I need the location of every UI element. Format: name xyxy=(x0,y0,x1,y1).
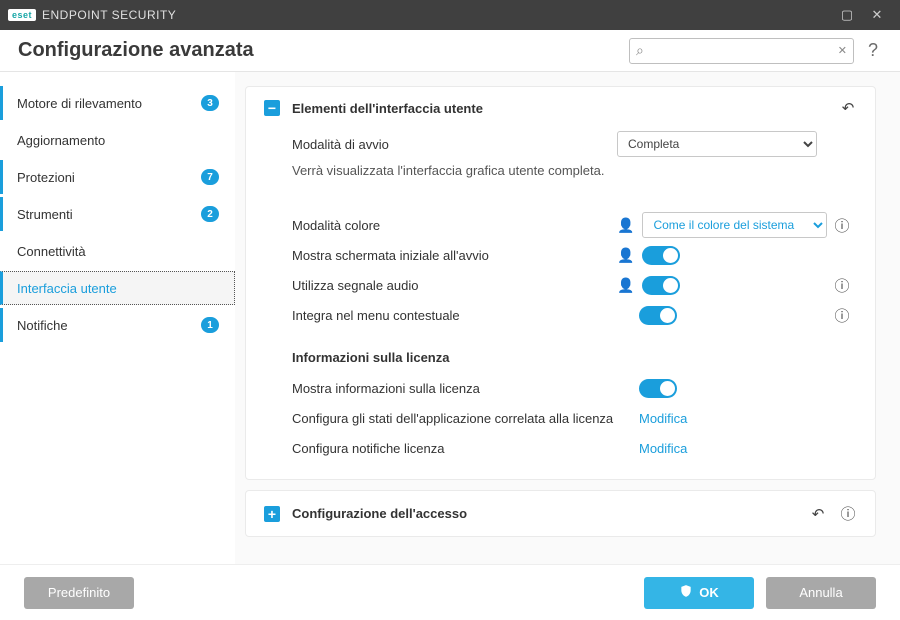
panel-header: + Configurazione dell'accesso ↶ ⓘ xyxy=(246,491,875,536)
product-name: ENDPOINT SECURITY xyxy=(42,8,176,22)
license-notif-edit-link[interactable]: Modifica xyxy=(639,441,687,456)
sidebar-item-connectivity[interactable]: Connettività xyxy=(0,234,235,268)
info-icon[interactable]: ⓘ xyxy=(833,215,851,236)
sidebar-item-label: Interfaccia utente xyxy=(17,281,218,296)
close-icon: ✕ xyxy=(872,7,883,23)
clear-search-icon[interactable]: ✕ xyxy=(838,44,847,57)
splash-toggle[interactable] xyxy=(642,246,680,265)
search-icon: ⌕ xyxy=(636,42,644,59)
titlebar: eset ENDPOINT SECURITY ▢ ✕ xyxy=(0,0,900,30)
app-states-edit-link[interactable]: Modifica xyxy=(639,411,687,426)
show-license-label: Mostra informazioni sulla licenza xyxy=(292,381,617,396)
sidebar-item-update[interactable]: Aggiornamento xyxy=(0,123,235,157)
collapse-button[interactable]: − xyxy=(264,100,280,116)
minus-icon: − xyxy=(268,101,276,115)
sidebar: Motore di rilevamento 3 Aggiornamento Pr… xyxy=(0,72,235,564)
info-icon[interactable]: ⓘ xyxy=(833,305,851,326)
user-icon: 👤 xyxy=(617,277,634,294)
app-states-label: Configura gli stati dell'applicazione co… xyxy=(292,411,617,426)
sidebar-item-notifications[interactable]: Notifiche 1 xyxy=(0,308,235,342)
badge: 1 xyxy=(201,317,219,333)
undo-button[interactable]: ↶ xyxy=(809,505,827,523)
footer: Predefinito OK Annulla xyxy=(0,564,900,620)
panel-access-config: + Configurazione dell'accesso ↶ ⓘ xyxy=(245,490,876,537)
panel-title: Configurazione dell'accesso xyxy=(292,506,797,521)
button-label: Annulla xyxy=(799,585,842,600)
badge: 2 xyxy=(201,206,219,222)
button-label: OK xyxy=(699,585,719,600)
badge: 7 xyxy=(201,169,219,185)
info-icon[interactable]: ⓘ xyxy=(833,275,851,296)
ok-button[interactable]: OK xyxy=(644,577,754,609)
sidebar-item-detection-engine[interactable]: Motore di rilevamento 3 xyxy=(0,86,235,120)
badge: 3 xyxy=(201,95,219,111)
splash-label: Mostra schermata iniziale all'avvio xyxy=(292,248,617,263)
page-title: Configurazione avanzata xyxy=(18,39,254,62)
undo-button[interactable]: ↶ xyxy=(839,99,857,117)
cancel-button[interactable]: Annulla xyxy=(766,577,876,609)
user-icon: 👤 xyxy=(617,217,634,234)
license-notif-label: Configura notifiche licenza xyxy=(292,441,617,456)
sidebar-item-label: Aggiornamento xyxy=(17,133,219,148)
sidebar-item-protections[interactable]: Protezioni 7 xyxy=(0,160,235,194)
color-mode-select[interactable]: Come il colore del sistema xyxy=(642,212,827,238)
context-menu-toggle[interactable] xyxy=(639,306,677,325)
startup-mode-select[interactable]: Completa xyxy=(617,131,817,157)
sidebar-item-label: Motore di rilevamento xyxy=(17,96,193,111)
default-button[interactable]: Predefinito xyxy=(24,577,134,609)
shield-icon xyxy=(679,584,693,601)
info-icon[interactable]: ⓘ xyxy=(839,503,857,524)
button-label: Predefinito xyxy=(48,585,110,600)
color-mode-label: Modalità colore xyxy=(292,218,617,233)
panel-header: − Elementi dell'interfaccia utente ↶ xyxy=(246,87,875,129)
sidebar-item-label: Protezioni xyxy=(17,170,193,185)
startup-mode-description: Verrà visualizzata l'interfaccia grafica… xyxy=(292,163,857,178)
panel-title: Elementi dell'interfaccia utente xyxy=(292,101,827,116)
show-license-toggle[interactable] xyxy=(639,379,677,398)
sound-label: Utilizza segnale audio xyxy=(292,278,617,293)
search-input[interactable] xyxy=(648,44,834,58)
search-field[interactable]: ⌕ ✕ xyxy=(629,38,854,64)
sidebar-item-user-interface[interactable]: Interfaccia utente xyxy=(0,271,235,305)
close-window-button[interactable]: ✕ xyxy=(862,0,892,30)
help-button[interactable]: ? xyxy=(864,40,882,61)
eset-logo: eset xyxy=(8,9,36,21)
context-menu-label: Integra nel menu contestuale xyxy=(292,308,617,323)
panel-ui-elements: − Elementi dell'interfaccia utente ↶ Mod… xyxy=(245,86,876,480)
content: − Elementi dell'interfaccia utente ↶ Mod… xyxy=(235,72,900,564)
plus-icon: + xyxy=(268,507,276,521)
maximize-icon: ▢ xyxy=(841,7,853,23)
sidebar-item-label: Notifiche xyxy=(17,318,193,333)
sidebar-item-label: Strumenti xyxy=(17,207,193,222)
maximize-button[interactable]: ▢ xyxy=(832,0,862,30)
expand-button[interactable]: + xyxy=(264,506,280,522)
user-icon: 👤 xyxy=(617,247,634,264)
sound-toggle[interactable] xyxy=(642,276,680,295)
header: Configurazione avanzata ⌕ ✕ ? xyxy=(0,30,900,72)
sidebar-item-label: Connettività xyxy=(17,244,219,259)
license-heading: Informazioni sulla licenza xyxy=(292,350,857,365)
brand: eset ENDPOINT SECURITY xyxy=(8,8,176,22)
startup-mode-label: Modalità di avvio xyxy=(292,137,617,152)
sidebar-item-tools[interactable]: Strumenti 2 xyxy=(0,197,235,231)
